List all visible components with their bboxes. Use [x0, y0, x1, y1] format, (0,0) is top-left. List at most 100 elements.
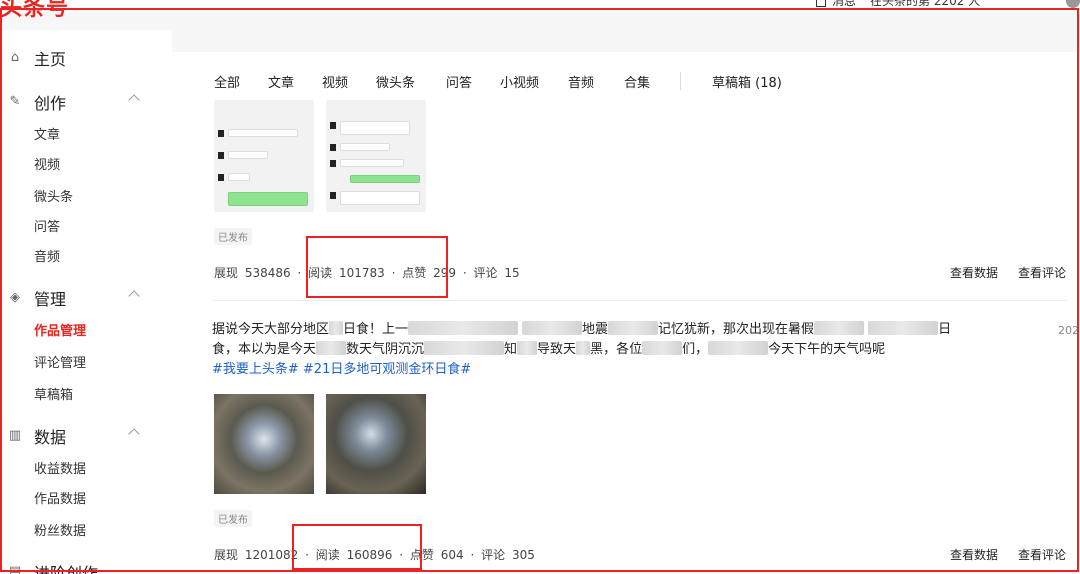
redacted-block: [408, 321, 519, 335]
view-comments-button[interactable]: 查看评论: [1018, 264, 1066, 281]
sidebar-item-micro-post[interactable]: 微头条: [34, 186, 73, 205]
post-text-line-1: 据说今天大部分地区 日食！上一 地震 记忆犹新，那次出现在暑假日: [212, 321, 952, 337]
redacted-block: [814, 321, 865, 335]
sidebar-item-home[interactable]: ⌂ 主页: [0, 44, 172, 72]
chat-bubble: [340, 143, 390, 151]
redacted-block: [517, 341, 538, 355]
post-image-chat-1[interactable]: [214, 100, 314, 212]
redacted-block: [424, 341, 505, 355]
tab-drafts[interactable]: 草稿箱 (18): [712, 72, 782, 91]
view-comments-button[interactable]: 查看评论: [1018, 546, 1066, 563]
chat-bubble: [228, 151, 268, 159]
like-value: 604: [440, 548, 464, 562]
tab-audio[interactable]: 音频: [568, 72, 594, 91]
chat-avatar: [330, 144, 336, 151]
chat-bubble: [340, 191, 420, 205]
doc-icon: ▤: [8, 564, 22, 574]
sidebar-section-data[interactable]: ▥ 数据: [0, 422, 172, 450]
sidebar-item-drafts[interactable]: 草稿箱: [34, 384, 73, 403]
show-label: 展现: [214, 548, 239, 562]
chat-avatar: [330, 160, 336, 167]
chat-avatar: [218, 152, 224, 159]
redacted-block: [708, 341, 769, 355]
chevron-up-icon: [128, 428, 140, 440]
show-label: 展现: [214, 266, 239, 280]
sidebar-item-revenue-data[interactable]: 收益数据: [34, 458, 86, 477]
comment-label: 评论: [473, 266, 498, 280]
sidebar-item-works-data[interactable]: 作品数据: [34, 488, 86, 507]
comment-value: 15: [504, 266, 520, 280]
chat-bubble: [228, 129, 298, 137]
chat-bubble: [228, 192, 308, 206]
chat-bubble: [340, 121, 410, 135]
chat-bubble: [350, 175, 420, 183]
status-badge: 已发布: [214, 228, 252, 245]
show-value: 1201082: [244, 548, 299, 562]
tab-articles[interactable]: 文章: [268, 72, 294, 91]
sidebar-item-article[interactable]: 文章: [34, 124, 60, 143]
sidebar-section-manage[interactable]: ◈ 管理: [0, 284, 172, 312]
layers-icon: ◈: [10, 290, 20, 305]
redacted-block: [522, 321, 583, 335]
tab-collections[interactable]: 合集: [624, 72, 650, 91]
sidebar-section-advanced[interactable]: ▤ 进阶创作: [0, 558, 172, 574]
sidebar-advanced-label: 进阶创作: [34, 564, 99, 574]
post-hashtags[interactable]: #我要上头条# #21日多地可观测金环日食#: [212, 360, 1067, 380]
chat-avatar: [218, 130, 224, 137]
chat-avatar: [218, 174, 224, 181]
sidebar: ⌂ 主页 ✎ 创作 文章 视频 微头条 问答 音频 ◈ 管理 作品管理 评论管理…: [0, 30, 172, 574]
post-text-line-2: 食，本以为是今天 数天气阴沉沉知导致天 黑，各位 们， 今天下午的天气吗呢: [212, 341, 886, 357]
rank-text: 在头条的第 2202 人: [870, 0, 981, 8]
sidebar-create-label: 创作: [34, 94, 67, 113]
sidebar-item-fans-data[interactable]: 粉丝数据: [34, 520, 86, 539]
tab-micro-posts[interactable]: 微头条: [376, 72, 415, 91]
tab-all[interactable]: 全部: [214, 72, 240, 91]
chat-bubble: [228, 173, 250, 181]
redacted-block: [608, 321, 659, 335]
post-date: 202: [1058, 324, 1079, 337]
sidebar-item-comments-manage[interactable]: 评论管理: [34, 352, 86, 371]
sidebar-data-label: 数据: [34, 428, 67, 447]
messages-label: 消息: [832, 0, 857, 8]
sidebar-manage-label: 管理: [34, 290, 67, 309]
chat-avatar: [330, 122, 336, 129]
tab-short-videos[interactable]: 小视频: [500, 72, 539, 91]
redacted-block: [316, 341, 347, 355]
sidebar-home-label: 主页: [34, 50, 67, 69]
bar-chart-icon: ▥: [8, 428, 22, 443]
post-image-eclipse-2[interactable]: [326, 394, 426, 494]
tab-separator: [680, 72, 681, 90]
tab-qa[interactable]: 问答: [446, 72, 472, 91]
sidebar-item-audio[interactable]: 音频: [34, 246, 60, 265]
home-icon: ⌂: [10, 50, 20, 65]
sidebar-item-video[interactable]: 视频: [34, 154, 60, 173]
sidebar-item-qa[interactable]: 问答: [34, 216, 60, 235]
sidebar-section-create[interactable]: ✎ 创作: [0, 88, 172, 116]
chevron-up-icon: [128, 94, 140, 106]
show-value: 538486: [244, 266, 291, 280]
brand-logo[interactable]: 头条号: [0, 0, 69, 22]
bell-icon: [816, 0, 826, 7]
redacted-block: [329, 321, 344, 335]
post-divider: [212, 300, 1067, 301]
pen-icon: ✎: [9, 94, 21, 109]
works-panel: 全部 文章 视频 微头条 问答 小视频 音频 合集 草稿箱 (18) 已发布 展…: [172, 52, 1080, 574]
chat-avatar: [330, 192, 336, 199]
post-image-eclipse-1[interactable]: [214, 394, 314, 494]
redacted-block: [868, 321, 939, 335]
post-image-chat-2[interactable]: [326, 100, 426, 212]
chevron-up-icon: [128, 290, 140, 302]
comment-value: 305: [512, 548, 535, 562]
status-badge: 已发布: [214, 510, 252, 527]
tab-videos[interactable]: 视频: [322, 72, 348, 91]
highlight-box: [292, 524, 422, 570]
view-data-button[interactable]: 查看数据: [950, 264, 998, 281]
sidebar-item-works-manage[interactable]: 作品管理: [34, 320, 86, 339]
messages-link[interactable]: 消息: [816, 0, 856, 9]
comment-label: 评论: [481, 548, 506, 562]
view-data-button[interactable]: 查看数据: [950, 546, 998, 563]
chat-bubble: [340, 159, 404, 167]
redacted-block: [642, 341, 683, 355]
highlight-box: [306, 236, 448, 298]
post-text[interactable]: 据说今天大部分地区 日食！上一 地震 记忆犹新，那次出现在暑假日 食，本以为是今天 数天…: [212, 320, 1067, 380]
